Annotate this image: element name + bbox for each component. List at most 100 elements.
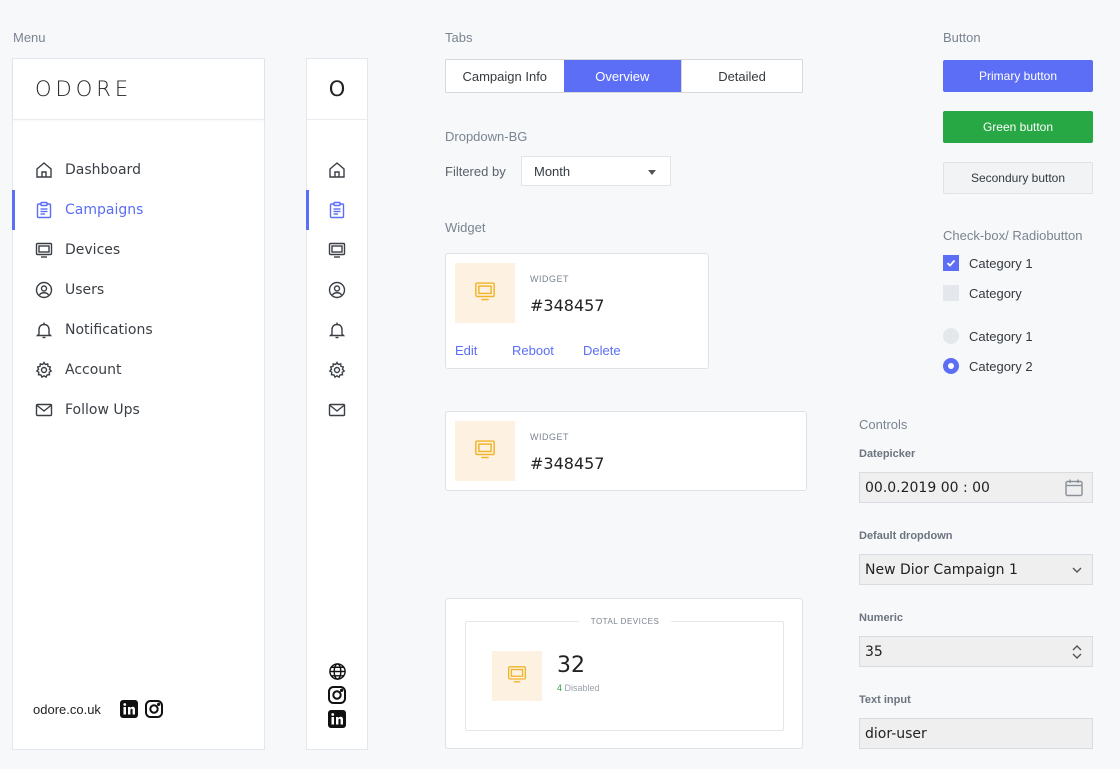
widget-card: WIDGET #348457 xyxy=(445,411,807,491)
datepicker-label: Datepicker xyxy=(859,448,916,460)
menu-section-label: Menu xyxy=(13,30,46,45)
mini-item-account[interactable] xyxy=(307,350,367,390)
sidebar-item-devices[interactable]: Devices xyxy=(13,230,264,270)
total-devices-card: TOTAL DEVICES 32 4 Disabled xyxy=(445,598,803,749)
tabs-section-label: Tabs xyxy=(445,30,473,45)
tab-overview[interactable]: Overview xyxy=(563,60,682,92)
datepicker-value: 00.0.2019 00 : 00 xyxy=(865,479,990,496)
dropdown-bg-section-label: Dropdown-BG xyxy=(445,129,528,144)
radio-category-2[interactable]: Category 2 xyxy=(943,358,1033,374)
radio-selected[interactable] xyxy=(943,358,959,374)
widget-card-actions: WIDGET #348457 Edit Reboot Delete xyxy=(445,253,709,369)
filter-dropdown[interactable]: Month xyxy=(521,156,671,186)
mini-item-follow-ups[interactable] xyxy=(307,390,367,430)
devices-icon-box xyxy=(492,651,542,701)
home-icon xyxy=(34,160,54,180)
widget-icon-box xyxy=(455,421,515,481)
sidebar-item-users[interactable]: Users xyxy=(13,270,264,310)
mini-item-users[interactable] xyxy=(307,270,367,310)
calendar-icon[interactable] xyxy=(1064,478,1084,502)
globe-icon[interactable] xyxy=(327,661,347,681)
radio-unselected[interactable] xyxy=(943,328,959,344)
bell-icon xyxy=(34,320,54,340)
linkedin-icon[interactable] xyxy=(327,709,347,729)
numeric-stepper[interactable]: 35 xyxy=(859,636,1093,667)
radio-label: Category 1 xyxy=(969,328,1033,344)
gear-icon xyxy=(34,360,54,380)
mini-item-devices[interactable] xyxy=(307,230,367,270)
sidebar-item-campaigns[interactable]: Campaigns xyxy=(12,190,264,230)
secondary-button[interactable]: Secondury button xyxy=(943,162,1093,194)
radio-category-1[interactable]: Category 1 xyxy=(943,328,1033,344)
green-button[interactable]: Green button xyxy=(943,111,1093,143)
tab-detailed[interactable]: Detailed xyxy=(681,60,802,92)
sidebar-item-account[interactable]: Account xyxy=(13,350,264,390)
numeric-value: 35 xyxy=(865,643,883,660)
sidebar-item-label: Devices xyxy=(65,242,121,258)
checkbox-checked[interactable] xyxy=(943,255,959,271)
primary-button[interactable]: Primary button xyxy=(943,60,1093,92)
reboot-link[interactable]: Reboot xyxy=(512,343,554,358)
default-dropdown[interactable]: New Dior Campaign 1 xyxy=(859,554,1093,585)
mini-item-campaigns[interactable] xyxy=(306,190,367,230)
home-icon xyxy=(327,160,347,180)
tab-bar: Campaign Info Overview Detailed xyxy=(445,59,803,93)
chevron-down-icon xyxy=(1070,563,1084,581)
sidebar-item-label: Users xyxy=(65,282,105,298)
monitor-icon xyxy=(327,240,347,260)
datepicker-field[interactable]: 00.0.2019 00 : 00 xyxy=(859,472,1093,503)
disabled-count: 4 xyxy=(557,683,563,693)
checkbox-unchecked[interactable] xyxy=(943,285,959,301)
sidebar-item-label: Account xyxy=(65,362,122,378)
tab-campaign-info[interactable]: Campaign Info xyxy=(446,60,564,92)
footer-url-link[interactable]: odore.co.uk xyxy=(33,702,101,717)
mini-item-notifications[interactable] xyxy=(307,310,367,350)
default-dropdown-value: New Dior Campaign 1 xyxy=(865,561,1018,578)
sidebar-item-dashboard[interactable]: Dashboard xyxy=(13,150,264,190)
widget-value: #348457 xyxy=(530,296,605,315)
sidebar-item-notifications[interactable]: Notifications xyxy=(13,310,264,350)
sidebar-item-label: Campaigns xyxy=(65,202,144,218)
sidebar-item-follow-ups[interactable]: Follow Ups xyxy=(13,390,264,430)
mini-item-dashboard[interactable] xyxy=(307,150,367,190)
checkbox-category[interactable]: Category xyxy=(943,285,1022,301)
text-input[interactable]: dior-user xyxy=(859,718,1093,749)
clipboard-icon xyxy=(327,200,347,220)
clipboard-icon xyxy=(34,200,54,220)
user-circle-icon xyxy=(327,280,347,300)
disabled-label: Disabled xyxy=(564,683,600,693)
mini-logo[interactable]: O xyxy=(307,59,367,120)
linkedin-icon[interactable] xyxy=(119,699,139,719)
monitor-icon xyxy=(34,240,54,260)
sidebar-footer: odore.co.uk xyxy=(33,699,169,719)
sidebar-nav: Dashboard Campaigns Devices Users Notifi… xyxy=(12,150,264,430)
widget-caption: WIDGET xyxy=(530,432,569,442)
widget-caption: WIDGET xyxy=(530,274,569,284)
total-devices-value: 32 xyxy=(557,653,585,678)
delete-link[interactable]: Delete xyxy=(583,343,621,358)
checkbox-label: Category xyxy=(969,285,1022,301)
mini-nav xyxy=(306,150,367,430)
radio-label: Category 2 xyxy=(969,358,1033,374)
mini-logo-text: O xyxy=(328,77,346,101)
filter-value: Month xyxy=(534,163,571,179)
stepper-arrows-icon[interactable] xyxy=(1070,643,1084,665)
total-devices-caption-text: TOTAL DEVICES xyxy=(578,617,672,626)
edit-link[interactable]: Edit xyxy=(455,343,477,358)
mail-icon xyxy=(327,400,347,420)
bell-icon xyxy=(327,320,347,340)
caret-down-icon xyxy=(648,170,656,175)
checkbox-category-1[interactable]: Category 1 xyxy=(943,255,1033,271)
mail-icon xyxy=(34,400,54,420)
sidebar-full: ODORE Dashboard Campaigns Devices Users … xyxy=(12,58,265,750)
logo[interactable]: ODORE xyxy=(13,59,264,120)
instagram-icon[interactable] xyxy=(144,699,164,719)
widget-value: #348457 xyxy=(530,454,605,473)
total-devices-caption: TOTAL DEVICES xyxy=(446,617,804,626)
instagram-icon[interactable] xyxy=(327,685,347,705)
widget-icon-box xyxy=(455,263,515,323)
sidebar-item-label: Dashboard xyxy=(65,162,141,178)
text-input-value: dior-user xyxy=(865,725,927,742)
disabled-info: 4 Disabled xyxy=(557,683,600,693)
logo-text: ODORE xyxy=(35,77,133,101)
